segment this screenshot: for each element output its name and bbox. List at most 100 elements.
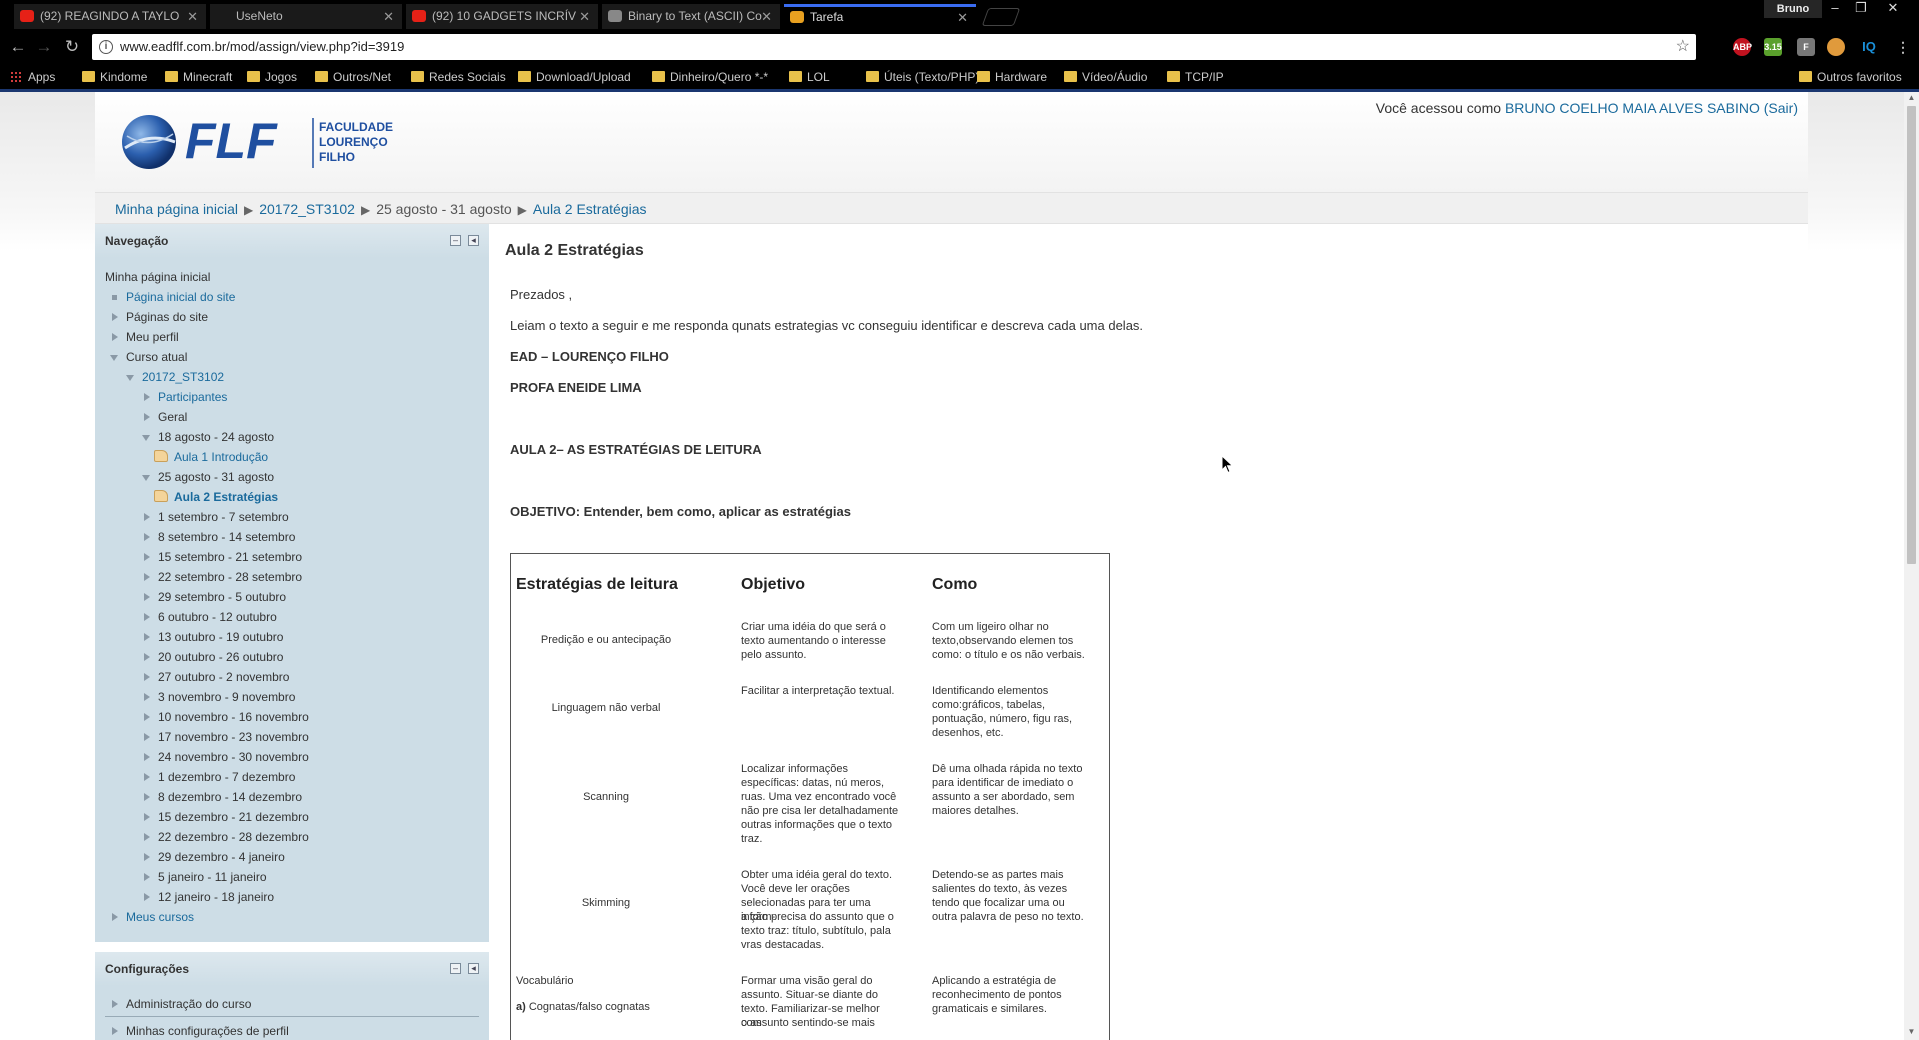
nav-item[interactable]: 22 dezembro - 28 dezembro — [144, 829, 309, 845]
nav-item[interactable]: 3 novembro - 9 novembro — [144, 689, 295, 705]
nav-item[interactable]: 22 setembro - 28 setembro — [144, 569, 302, 585]
table-cell-objective-line: o assunto sentindo-se mais — [741, 1017, 875, 1029]
nav-item[interactable]: Páginas do site — [112, 309, 208, 325]
nav-item[interactable]: 8 dezembro - 14 dezembro — [144, 789, 302, 805]
bookmark-apps[interactable]: Apps — [10, 65, 55, 89]
collapse-block-icon[interactable]: – — [450, 963, 461, 974]
nav-item[interactable]: 29 setembro - 5 outubro — [144, 589, 286, 605]
page-scrollbar[interactable]: ▲ ▼ — [1904, 92, 1919, 1040]
bookmark-folder[interactable]: Úteis (Texto/PHP) — [866, 65, 979, 89]
nav-item[interactable]: 10 novembro - 16 novembro — [144, 709, 309, 725]
nav-item[interactable]: 24 novembro - 30 novembro — [144, 749, 309, 765]
nav-item[interactable]: 29 dezembro - 4 janeiro — [144, 849, 285, 865]
dock-block-icon[interactable]: ◂ — [468, 963, 479, 974]
settings-block-title: Configurações — [105, 962, 190, 976]
nav-item[interactable]: 5 janeiro - 11 janeiro — [144, 869, 267, 885]
nav-item[interactable]: 20172_ST3102 — [126, 369, 224, 385]
profile-button[interactable]: Bruno — [1764, 0, 1822, 18]
bookmark-folder[interactable]: Hardware — [977, 65, 1047, 89]
nav-item[interactable]: Participantes — [144, 389, 227, 405]
user-profile-link[interactable]: BRUNO COELHO MAIA ALVES SABINO — [1505, 100, 1760, 116]
logout-link[interactable]: (Sair) — [1764, 100, 1798, 116]
nav-item[interactable]: Meu perfil — [112, 329, 179, 345]
nav-item[interactable]: 1 dezembro - 7 dezembro — [144, 769, 295, 785]
flf-logo[interactable]: FLF FACULDADE LOURENÇO FILHO — [119, 112, 419, 172]
bookmark-folder[interactable]: Outros/Net — [315, 65, 391, 89]
f-extension-icon[interactable]: F — [1797, 38, 1815, 56]
restore-icon[interactable]: ❐ — [1848, 0, 1874, 18]
nav-item[interactable]: 12 janeiro - 18 janeiro — [144, 889, 274, 905]
settings-item-profile[interactable]: Minhas configurações de perfil — [112, 1023, 289, 1039]
nav-item[interactable]: Aula 1 Introdução — [154, 449, 268, 465]
address-url[interactable]: www.eadflf.com.br/mod/assign/view.php?id… — [120, 34, 404, 60]
bookmark-folder[interactable]: Kindome — [82, 65, 147, 89]
settings-item-course-admin[interactable]: Administração do curso — [112, 996, 251, 1012]
scrollbar-thumb[interactable] — [1907, 106, 1916, 564]
nav-item[interactable]: 18 agosto - 24 agosto — [142, 429, 274, 445]
bookmark-star-icon[interactable]: ☆ — [1676, 34, 1690, 60]
bookmark-other-favorites[interactable]: Outros favoritos — [1799, 65, 1902, 89]
forward-icon[interactable]: → — [32, 35, 56, 59]
iq-extension-icon[interactable]: IQ — [1860, 38, 1878, 56]
nav-item[interactable]: Meus cursos — [112, 909, 194, 925]
reload-icon[interactable]: ↻ — [60, 35, 84, 59]
bookmark-folder[interactable]: Vídeo/Áudio — [1064, 65, 1147, 89]
nav-item[interactable]: 13 outubro - 19 outubro — [144, 629, 283, 645]
scroll-down-icon[interactable]: ▼ — [1907, 1028, 1916, 1036]
close-window-icon[interactable]: ✕ — [1880, 0, 1906, 18]
nav-item[interactable]: 17 novembro - 23 novembro — [144, 729, 309, 745]
nav-home-link[interactable]: Minha página inicial — [105, 269, 210, 285]
nav-item[interactable]: 15 dezembro - 21 dezembro — [144, 809, 309, 825]
nav-item[interactable]: Aula 2 Estratégias — [154, 489, 279, 505]
settings-divider — [105, 1016, 479, 1017]
nav-item[interactable]: 15 setembro - 21 setembro — [144, 549, 302, 565]
breadcrumb-course[interactable]: 20172_ST3102 — [259, 201, 355, 217]
bookmark-folder[interactable]: Minecraft — [165, 65, 232, 89]
collapse-arrow-icon — [142, 435, 150, 441]
back-icon[interactable]: ← — [6, 35, 30, 59]
scroll-up-icon[interactable]: ▲ — [1907, 94, 1916, 102]
nav-item[interactable]: Geral — [144, 409, 187, 425]
android-extension-icon[interactable]: 3.15 — [1764, 38, 1782, 56]
cookie-extension-icon[interactable] — [1827, 38, 1845, 56]
bookmark-folder[interactable]: Jogos — [247, 65, 297, 89]
browser-tab-3[interactable]: (92) 10 GADGETS INCRÍV ✕ — [406, 4, 598, 29]
blank-page-icon — [216, 10, 230, 22]
bookmark-folder[interactable]: Redes Sociais — [411, 65, 506, 89]
browser-tab-4[interactable]: Binary to Text (ASCII) Co ✕ — [602, 4, 780, 29]
minimize-icon[interactable]: – — [1822, 0, 1848, 18]
dock-block-icon[interactable]: ◂ — [468, 235, 479, 246]
bookmark-folder[interactable]: TCP/IP — [1167, 65, 1224, 89]
nav-item[interactable]: Curso atual — [110, 349, 187, 365]
new-tab-button[interactable] — [981, 8, 1021, 26]
breadcrumb-home[interactable]: Minha página inicial — [115, 201, 238, 217]
expand-arrow-icon — [144, 673, 150, 681]
nav-item[interactable]: 27 outubro - 2 novembro — [144, 669, 289, 685]
bookmark-folder[interactable]: Dinheiro/Quero *-* — [652, 65, 768, 89]
browser-tab-2[interactable]: UseNeto ✕ — [210, 4, 402, 29]
close-tab-icon[interactable]: ✕ — [187, 4, 198, 29]
close-tab-icon[interactable]: ✕ — [957, 7, 968, 28]
bookmark-folder[interactable]: LOL — [789, 65, 830, 89]
breadcrumb-current[interactable]: Aula 2 Estratégias — [533, 201, 647, 217]
adblock-extension-icon[interactable]: ABP — [1733, 38, 1752, 56]
collapse-block-icon[interactable]: – — [450, 235, 461, 246]
browser-tab-5-active[interactable]: Tarefa ✕ — [784, 4, 976, 29]
bookmark-folder[interactable]: Download/Upload — [518, 65, 631, 89]
info-icon[interactable]: i — [99, 40, 113, 54]
browser-tab-1[interactable]: (92) REAGINDO A TAYLO ✕ — [14, 4, 206, 29]
nav-item[interactable]: 6 outubro - 12 outubro — [144, 609, 277, 625]
nav-item[interactable]: 25 agosto - 31 agosto — [142, 469, 274, 485]
nav-item[interactable]: 1 setembro - 7 setembro — [144, 509, 289, 525]
tab-title: Binary to Text (ASCII) Co — [628, 9, 762, 23]
nav-item[interactable]: Página inicial do site — [112, 289, 235, 305]
nav-item[interactable]: 8 setembro - 14 setembro — [144, 529, 295, 545]
nav-item-label: Aula 2 Estratégias — [174, 490, 279, 504]
close-tab-icon[interactable]: ✕ — [761, 4, 772, 29]
site-header: FLF FACULDADE LOURENÇO FILHO Você acesso… — [95, 92, 1808, 192]
nav-item[interactable]: 20 outubro - 26 outubro — [144, 649, 283, 665]
close-tab-icon[interactable]: ✕ — [383, 4, 394, 29]
menu-icon[interactable]: ⋮ — [1894, 38, 1912, 56]
address-bar[interactable]: i www.eadflf.com.br/mod/assign/view.php?… — [92, 34, 1696, 60]
close-tab-icon[interactable]: ✕ — [579, 4, 590, 29]
